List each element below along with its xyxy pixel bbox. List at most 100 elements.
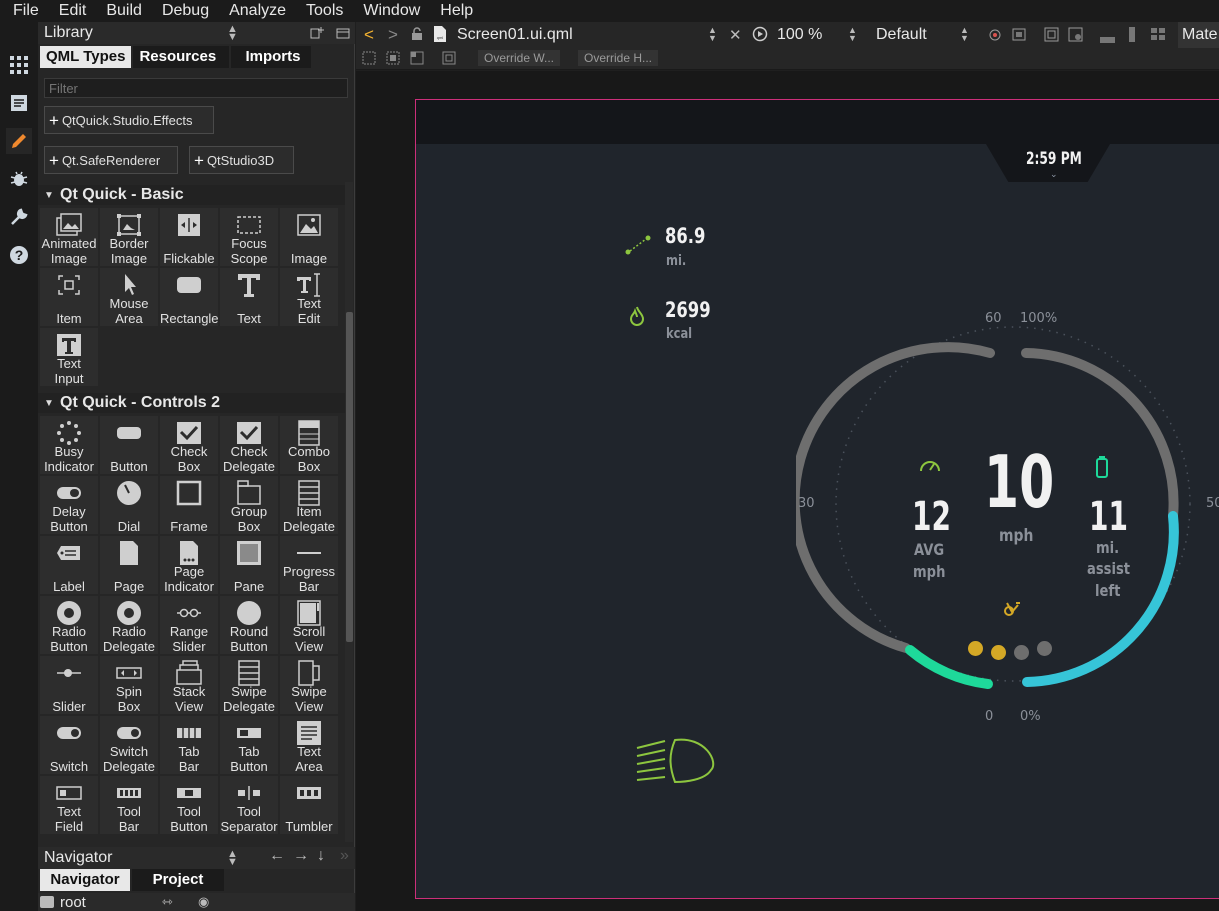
scrollbar-thumb[interactable]: [346, 312, 353, 642]
add-import-saferenderer-button[interactable]: + Qt.SafeRenderer: [44, 146, 178, 174]
zoom-level[interactable]: 100 %: [777, 26, 822, 44]
library-item-check-box[interactable]: Check Box: [160, 416, 218, 474]
library-item-radio-button[interactable]: Radio Button: [40, 596, 98, 654]
menu-help[interactable]: Help: [427, 2, 480, 20]
library-item-page-indicator[interactable]: Page Indicator: [160, 536, 218, 594]
library-item-item[interactable]: Item: [40, 268, 98, 326]
library-item-text-edit[interactable]: Text Edit: [280, 268, 338, 326]
library-item-text-field[interactable]: Text Field: [40, 776, 98, 834]
overflow-icon[interactable]: »: [340, 847, 349, 865]
tab-navigator[interactable]: Navigator: [40, 869, 130, 891]
distribute-h-icon[interactable]: [1100, 31, 1115, 49]
library-item-range-slider[interactable]: Range Slider: [160, 596, 218, 654]
zoom-dropdown-chevron-icon[interactable]: ▲ ▼: [848, 26, 857, 43]
library-item-image[interactable]: Image: [280, 208, 338, 266]
distribute-v-icon[interactable]: [1128, 27, 1136, 47]
library-item-busy-indicator[interactable]: Busy Indicator: [40, 416, 98, 474]
library-item-frame[interactable]: Frame: [160, 476, 218, 534]
style-selector[interactable]: Mate: [1178, 22, 1219, 48]
library-item-border-image[interactable]: Border Image: [100, 208, 158, 266]
library-item-slider[interactable]: Slider: [40, 656, 98, 714]
library-item-radio-delegate[interactable]: Radio Delegate: [100, 596, 158, 654]
override-width-field[interactable]: Override W...: [478, 50, 561, 66]
menu-analyze[interactable]: Analyze: [216, 2, 293, 20]
add-import-effects-button[interactable]: + QtQuick.Studio.Effects: [44, 106, 214, 134]
library-item-rectangle[interactable]: Rectangle: [160, 268, 219, 326]
library-item-focus-scope[interactable]: Focus Scope: [220, 208, 278, 266]
navigator-tree-row[interactable]: root ⇿ ◉: [38, 893, 355, 911]
library-item-tool-button[interactable]: Tool Button: [160, 776, 218, 834]
visibility-eye-icon[interactable]: ◉: [198, 894, 209, 910]
library-item-text-input[interactable]: Text Input: [40, 328, 98, 386]
menu-edit[interactable]: Edit: [46, 2, 94, 20]
library-item-flickable[interactable]: Flickable: [160, 208, 218, 266]
tab-imports[interactable]: Imports: [231, 46, 312, 68]
welcome-mode-icon[interactable]: [6, 52, 32, 78]
export-icon[interactable]: ⇿: [162, 894, 173, 910]
library-item-animated-image[interactable]: Animated Image: [40, 208, 98, 266]
section-qt-quick-controls[interactable]: ▼ Qt Quick - Controls 2: [38, 393, 345, 413]
library-item-label[interactable]: Label: [40, 536, 98, 594]
library-item-tumbler[interactable]: Tumbler: [280, 776, 338, 834]
menu-window[interactable]: Window: [350, 2, 427, 20]
menu-build[interactable]: Build: [93, 2, 149, 20]
library-item-text[interactable]: Text: [220, 268, 278, 326]
section-qt-quick-basic[interactable]: ▼ Qt Quick - Basic: [38, 185, 345, 205]
snap-icon[interactable]: [1012, 27, 1027, 47]
library-item-pane[interactable]: Pane: [220, 536, 278, 594]
library-item-round-button[interactable]: Round Button: [220, 596, 278, 654]
file-dropdown-chevron-icon[interactable]: ▲ ▼: [708, 26, 717, 43]
navigator-dropdown-chevron-icon[interactable]: ▲ ▼: [227, 849, 238, 868]
add-import-studio3d-button[interactable]: + QtStudio3D: [189, 146, 294, 174]
edit-mode-icon[interactable]: [6, 90, 32, 116]
menu-debug[interactable]: Debug: [149, 2, 216, 20]
library-item-scroll-view[interactable]: Scroll View: [280, 596, 338, 654]
move-tool-icon[interactable]: [386, 51, 400, 70]
forward-arrow-icon[interactable]: >: [388, 25, 398, 45]
select-tool-icon[interactable]: [362, 51, 376, 70]
library-item-mouse-area[interactable]: Mouse Area: [100, 268, 158, 326]
library-item-progress-bar[interactable]: Progress Bar: [280, 536, 338, 594]
reset-view-icon[interactable]: [1068, 27, 1083, 47]
projects-mode-icon[interactable]: [6, 204, 32, 230]
bounding-box-icon[interactable]: [442, 51, 456, 70]
override-height-field[interactable]: Override H...: [578, 50, 659, 66]
library-item-group-box[interactable]: Group Box: [220, 476, 278, 534]
arrow-right-icon[interactable]: →: [293, 847, 309, 865]
state-dropdown-chevron-icon[interactable]: ▲ ▼: [960, 26, 969, 43]
library-item-button[interactable]: Button: [100, 416, 158, 474]
library-item-item-delegate[interactable]: Item Delegate: [280, 476, 338, 534]
annotation-icon[interactable]: [988, 27, 1003, 47]
menu-tools[interactable]: Tools: [293, 2, 350, 20]
arrow-down-icon[interactable]: ↓: [317, 847, 325, 865]
back-arrow-icon[interactable]: <: [364, 25, 374, 45]
library-item-combo-box[interactable]: Combo Box: [280, 416, 338, 474]
library-item-text-area[interactable]: Text Area: [280, 716, 338, 774]
library-item-tab-button[interactable]: Tab Button: [220, 716, 278, 774]
library-item-tool-separator[interactable]: Tool Separator: [220, 776, 278, 834]
library-dropdown-chevron-icon[interactable]: ▲ ▼: [227, 24, 238, 43]
library-item-swipe-delegate[interactable]: Swipe Delegate: [220, 656, 278, 714]
library-item-dial[interactable]: Dial: [100, 476, 158, 534]
close-panel-icon[interactable]: [336, 26, 350, 40]
arrow-left-icon[interactable]: ←: [269, 847, 285, 865]
library-item-switch[interactable]: Switch: [40, 716, 98, 774]
tab-resources[interactable]: Resources: [133, 46, 230, 68]
library-item-spin-box[interactable]: Spin Box: [100, 656, 158, 714]
library-scrollbar[interactable]: [345, 182, 353, 842]
design-mode-icon[interactable]: [6, 128, 32, 154]
tab-qml-types[interactable]: QML Types: [40, 46, 132, 68]
help-mode-icon[interactable]: ?: [6, 242, 32, 268]
library-item-switch-delegate[interactable]: Switch Delegate: [100, 716, 158, 774]
split-panel-icon[interactable]: [310, 26, 324, 40]
debug-mode-icon[interactable]: [6, 166, 32, 192]
filter-input[interactable]: [44, 78, 348, 98]
menu-file[interactable]: File: [0, 2, 46, 20]
library-item-tab-bar[interactable]: Tab Bar: [160, 716, 218, 774]
library-item-stack-view[interactable]: Stack View: [160, 656, 218, 714]
live-preview-icon[interactable]: [752, 26, 768, 47]
state-selector[interactable]: Default: [876, 26, 927, 44]
close-file-icon[interactable]: ✕: [729, 26, 742, 44]
library-item-check-delegate[interactable]: Check Delegate: [220, 416, 278, 474]
grid-layout-icon[interactable]: [1151, 28, 1165, 46]
